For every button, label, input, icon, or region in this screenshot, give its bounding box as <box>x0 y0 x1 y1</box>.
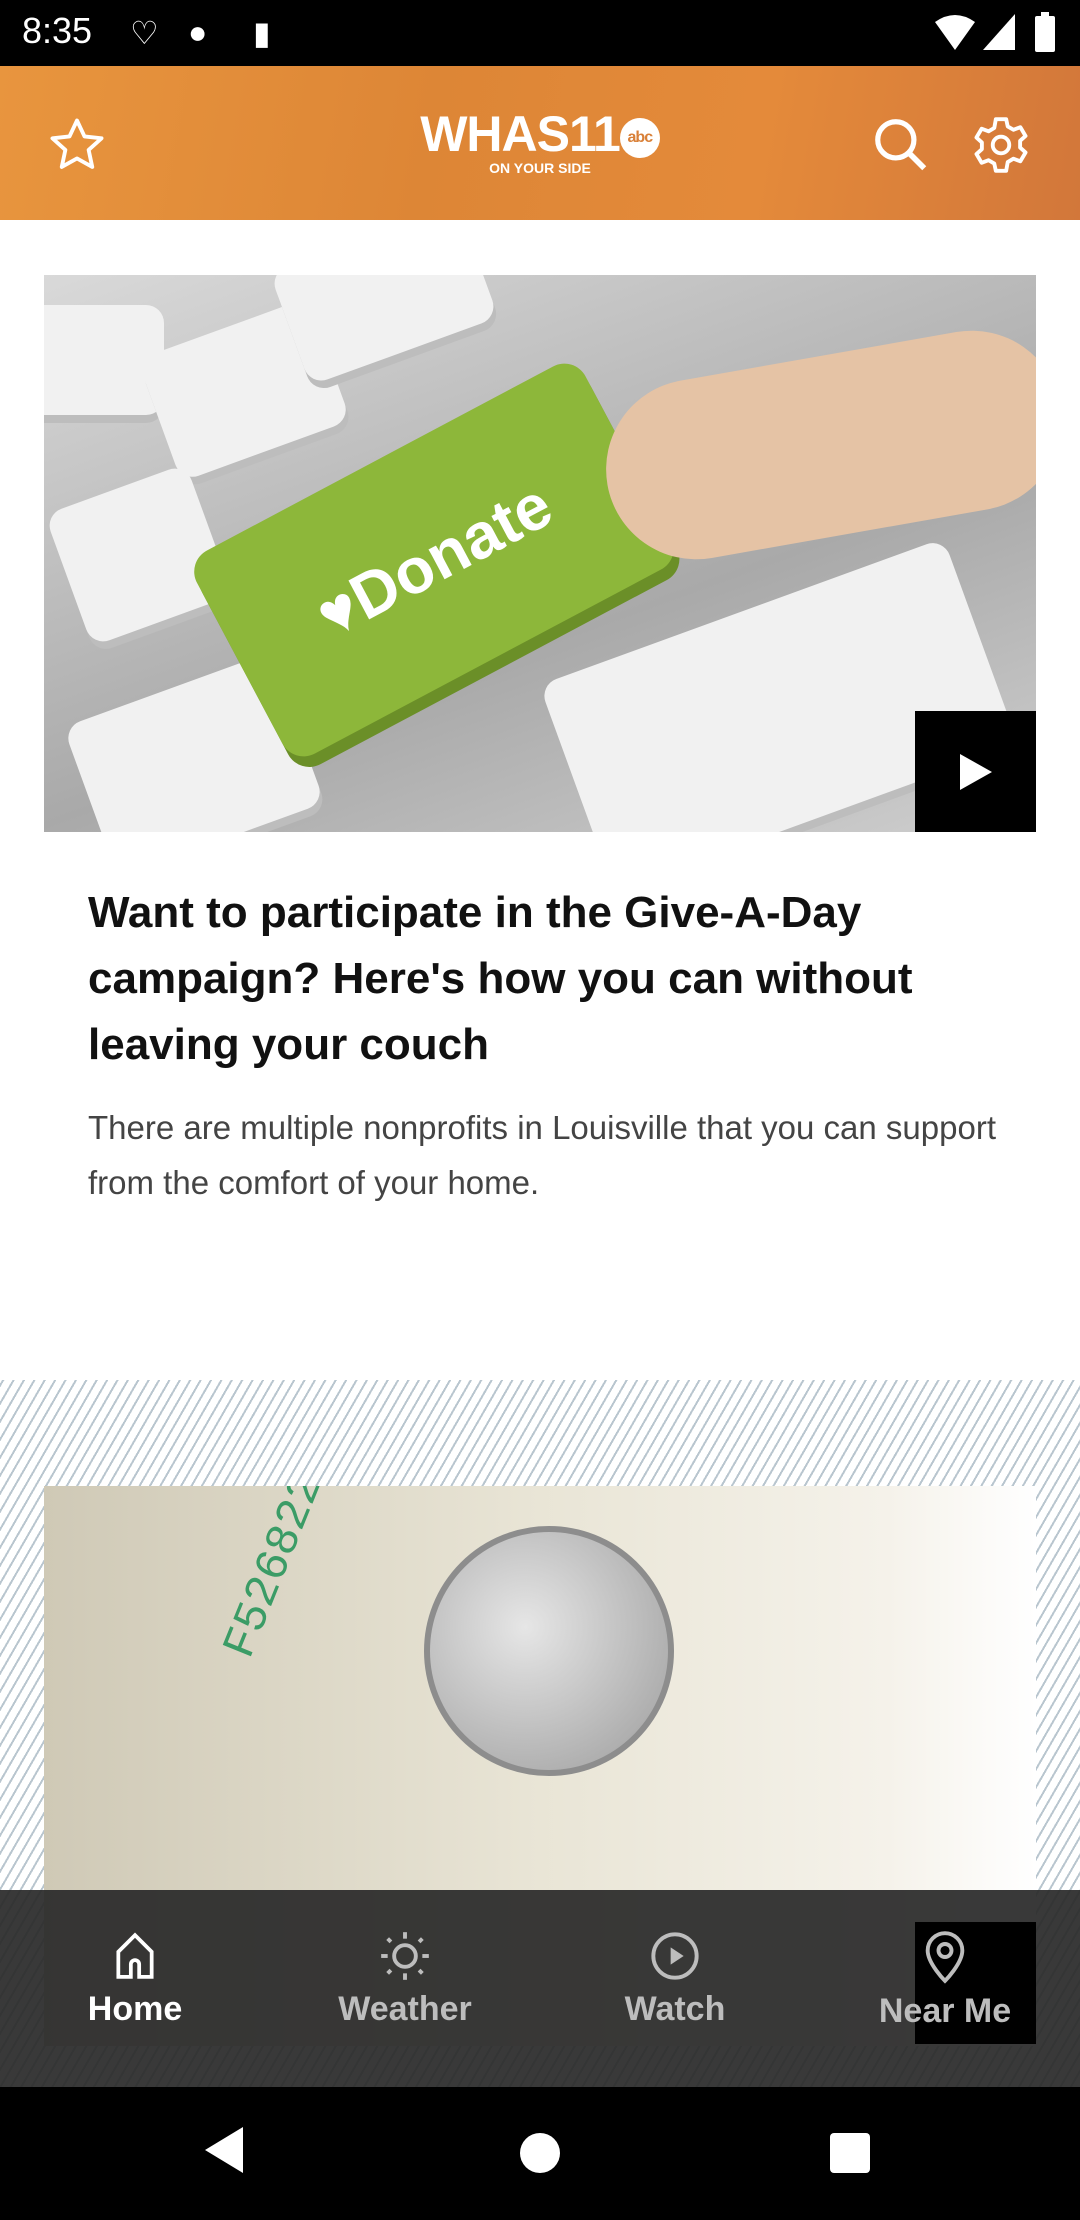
app-header: WHAS11 abc ON YOUR SIDE <box>0 66 1080 220</box>
home-circle-icon[interactable] <box>520 2133 560 2173</box>
abc-badge: abc <box>619 117 660 158</box>
sd-card-icon: ▮ <box>253 15 271 51</box>
app-notification-icon: ● <box>188 14 208 50</box>
video-play-button[interactable] <box>915 711 1036 832</box>
logo-tagline: ON YOUR SIDE <box>489 160 591 176</box>
nav-label: Watch <box>624 1990 726 2028</box>
signal-icon <box>983 14 1015 50</box>
nav-label: Near Me <box>878 1992 1012 2030</box>
nav-label: Home <box>87 1990 183 2028</box>
status-bar: 8:35 ♡ ● ▮ <box>0 0 1080 66</box>
status-time: 8:35 <box>22 10 93 51</box>
article-image-donate[interactable]: ♥ Donate <box>44 275 1036 832</box>
battery-icon <box>1035 12 1055 52</box>
donate-text: Donate <box>338 468 564 634</box>
favorites-star-icon[interactable] <box>46 114 108 176</box>
whas11-logo[interactable]: WHAS11 abc ON YOUR SIDE <box>410 106 670 186</box>
recents-icon[interactable] <box>830 2133 870 2173</box>
back-icon[interactable] <box>205 2127 245 2173</box>
system-navigation-bar <box>0 2087 1080 2220</box>
play-icon <box>959 753 992 790</box>
article-description: There are multiple nonprofits in Louisvi… <box>88 1109 996 1201</box>
nav-tab-weather[interactable]: Weather <box>305 1930 505 2029</box>
nav-tab-watch[interactable]: Watch <box>575 1930 775 2029</box>
settings-gear-icon[interactable] <box>970 114 1032 176</box>
sun-icon <box>381 1932 429 1980</box>
quarter-coin <box>424 1526 674 1776</box>
article-title[interactable]: Want to participate in the Give-A-Day ca… <box>88 880 1008 1078</box>
home-icon <box>116 1932 154 1979</box>
location-pin-icon <box>925 1931 965 1984</box>
notification-icon: ♡ <box>130 15 159 51</box>
nav-label: Weather <box>338 1990 472 2028</box>
search-icon[interactable] <box>870 114 932 176</box>
bottom-navigation: Home Weather Watch Near Me <box>0 1890 1080 2087</box>
wifi-icon <box>935 15 975 50</box>
bill-serial: F52682212E <box>214 1486 366 1666</box>
nav-tab-home[interactable]: Home <box>35 1930 235 2029</box>
play-circle-icon <box>651 1932 699 1980</box>
logo-text: WHAS11 <box>420 106 621 162</box>
nav-tab-near-me[interactable]: Near Me <box>845 1930 1045 2031</box>
